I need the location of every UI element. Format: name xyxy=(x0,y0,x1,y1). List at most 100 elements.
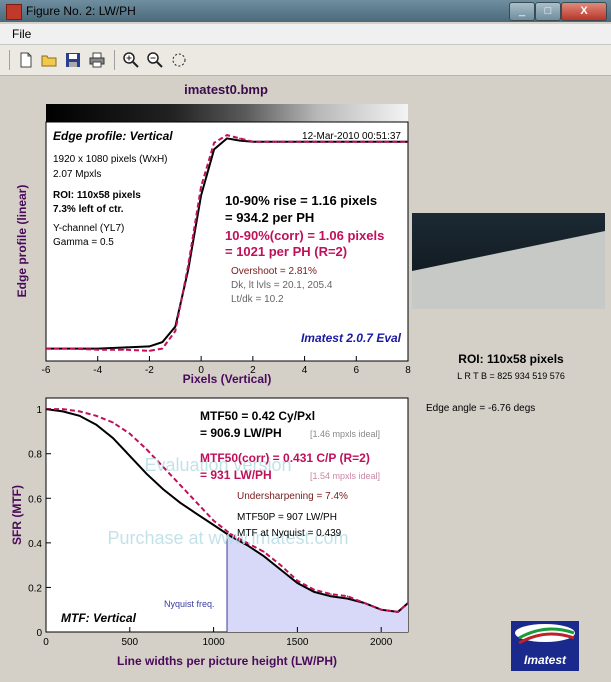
zoom-out-icon[interactable] xyxy=(146,51,164,69)
mtf50-corr-lwph: = 931 LW/PH xyxy=(200,468,272,482)
mtf-y-label: SFR (MTF) xyxy=(10,485,24,545)
edge-x-tick-label: -2 xyxy=(145,365,154,376)
edge-point xyxy=(187,264,190,267)
mtf-point xyxy=(95,423,98,426)
mtf-point xyxy=(212,519,215,522)
new-file-icon[interactable] xyxy=(17,51,35,69)
info-line-mpxls: 2.07 Mpxls xyxy=(53,169,101,180)
mtf-point xyxy=(279,564,282,566)
mtf-panel-title: MTF: Vertical xyxy=(61,611,137,625)
mtf-point xyxy=(128,432,131,435)
edge-point xyxy=(226,134,228,136)
mtf-point xyxy=(296,579,299,582)
mtf-point xyxy=(128,455,131,457)
mtf50p-value: MTF50P = 907 LW/PH xyxy=(237,512,337,523)
edge-point xyxy=(96,348,99,351)
mtf-x-tick-label: 1000 xyxy=(202,637,225,648)
figure-canvas: imatest0.bmp Edge profile: Vertical 12-M… xyxy=(6,77,605,676)
edge-point xyxy=(148,350,151,352)
edge-x-tick-label: 6 xyxy=(354,365,360,376)
close-button[interactable]: X xyxy=(561,2,607,21)
menu-file[interactable]: File xyxy=(12,27,31,41)
edge-point xyxy=(122,348,125,351)
mtf-y-tick-label: 0.8 xyxy=(28,450,42,461)
edge-point xyxy=(122,346,125,349)
mtf-x-tick-label: 2000 xyxy=(370,637,393,648)
mtf-point xyxy=(78,410,81,413)
window-title: Figure No. 2: LW/PH xyxy=(26,4,136,18)
edge-watermark: Imatest 2.0.7 Eval xyxy=(301,331,402,345)
edge-point xyxy=(161,347,164,350)
edge-point xyxy=(226,137,228,140)
nyquist-label: Nyquist freq. xyxy=(164,599,215,609)
edge-x-tick-label: -6 xyxy=(42,365,51,376)
info-line-gamma: Gamma = 0.5 xyxy=(53,237,114,248)
undersharpening: Undersharpening = 7.4% xyxy=(237,491,348,502)
edge-point xyxy=(200,185,202,188)
edge-point xyxy=(148,345,151,348)
mtf-at-nyquist: MTF at Nyquist = 0.439 xyxy=(237,528,342,539)
mtf-point xyxy=(179,501,181,504)
mtf-point xyxy=(212,524,215,526)
mtf-point xyxy=(330,595,332,598)
mtf-point xyxy=(397,611,399,613)
corr-rise-value: 10-90%(corr) = 1.06 pixels xyxy=(225,228,384,243)
mtf-point xyxy=(112,421,114,424)
roi-label: ROI: 110x58 pixels xyxy=(458,352,564,366)
mtf-point xyxy=(263,555,265,558)
mtf-point xyxy=(346,595,349,598)
edge-x-tick-label: -4 xyxy=(93,365,102,376)
mtf-x-tick-label: 500 xyxy=(121,637,138,648)
save-icon[interactable] xyxy=(64,51,82,69)
roi-coords: L R T B = 825 934 519 576 xyxy=(457,371,565,381)
mtf50-value: MTF50 = 0.42 Cy/Pxl xyxy=(200,409,315,423)
open-folder-icon[interactable] xyxy=(40,51,58,69)
mtf-point xyxy=(296,582,299,584)
imatest-logo: Imatest xyxy=(511,621,579,671)
mtf-point xyxy=(330,593,332,595)
edge-point xyxy=(252,140,254,143)
mtf-x-tick-label: 1500 xyxy=(286,637,309,648)
logo-text: Imatest xyxy=(524,653,567,667)
mtf-point xyxy=(196,501,198,504)
mtf-point xyxy=(407,602,409,604)
edge-point xyxy=(239,137,241,140)
edge-x-label: Pixels (Vertical) xyxy=(183,372,272,386)
edge-point xyxy=(71,347,73,350)
mtf50-corr-value: MTF50(corr) = 0.431 C/P (R=2) xyxy=(200,451,370,465)
light-dark-ratio: Lt/dk = 10.2 xyxy=(231,294,284,305)
mtf-y-tick-label: 0.6 xyxy=(28,494,42,505)
edge-x-tick-label: 4 xyxy=(302,365,308,376)
mtf-x-label: Line widths per picture height (LW/PH) xyxy=(117,654,337,668)
mtf-x-tick-label: 0 xyxy=(43,637,49,648)
mtf50-lwph: = 906.9 LW/PH xyxy=(200,426,282,440)
ideal-mpxls-1: [1.46 mpxls ideal] xyxy=(310,429,380,439)
info-line-position: 7.3% left of ctr. xyxy=(53,204,124,215)
edge-point xyxy=(45,347,47,350)
edge-point xyxy=(174,325,177,328)
edge-point xyxy=(213,148,215,151)
timestamp: 12-Mar-2010 00:51:37 xyxy=(302,131,401,142)
print-icon[interactable] xyxy=(88,51,106,69)
overshoot: Overshoot = 2.81% xyxy=(231,266,317,277)
info-line-channel: Y-channel (YL7) xyxy=(53,223,124,234)
menu-bar: File xyxy=(0,24,611,45)
minimize-button[interactable]: _ xyxy=(509,2,535,21)
mtf-point xyxy=(78,415,81,417)
maximize-button[interactable]: □ xyxy=(535,2,561,21)
mtf-point xyxy=(279,568,282,571)
mtf-y-tick-label: 0 xyxy=(36,628,42,639)
edge-point xyxy=(239,139,241,142)
zoom-in-icon[interactable] xyxy=(122,51,140,69)
rise-per-ph: = 934.2 per PH xyxy=(225,210,314,225)
info-line-resolution: 1920 x 1080 pixels (WxH) xyxy=(53,154,168,165)
edge-point xyxy=(277,140,280,143)
corr-rise-per-ph: = 1021 per PH (R=2) xyxy=(225,244,347,259)
mtf-point xyxy=(145,448,148,451)
title-bar: Figure No. 2: LW/PH _ □ X xyxy=(0,0,611,22)
mtf-point xyxy=(346,597,349,600)
edge-angle: Edge angle = -6.76 degs xyxy=(426,403,535,414)
toolbar xyxy=(0,45,611,76)
edge-point xyxy=(213,141,215,144)
rotate-icon[interactable] xyxy=(170,51,188,69)
